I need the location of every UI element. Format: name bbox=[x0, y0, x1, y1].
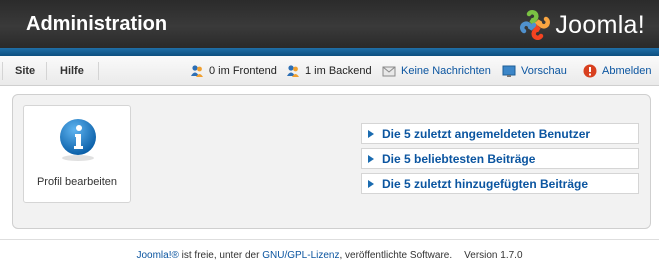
menu-separator bbox=[46, 62, 47, 80]
expand-arrow-icon bbox=[368, 154, 374, 163]
logo-text: Joomla! bbox=[555, 10, 645, 39]
info-icon bbox=[60, 119, 96, 161]
mail-icon bbox=[382, 66, 396, 77]
expand-arrow-icon bbox=[368, 129, 374, 138]
module-title: Die 5 zuletzt hinzugefügten Beiträge bbox=[382, 176, 589, 191]
module-latest-articles[interactable]: Die 5 zuletzt hinzugefügten Beiträge bbox=[361, 173, 639, 194]
joomla-logo-icon bbox=[520, 10, 551, 40]
header-stripe bbox=[0, 48, 659, 56]
license-link[interactable]: GNU/GPL-Lizenz bbox=[262, 250, 339, 261]
logout-label: Abmelden bbox=[602, 65, 652, 77]
menu-separator bbox=[2, 62, 3, 80]
backend-users-status: 1 im Backend bbox=[286, 56, 372, 86]
footer-divider bbox=[0, 239, 659, 240]
menu-help[interactable]: Hilfe bbox=[60, 56, 84, 86]
footer-text: , veröffentlichte Software. bbox=[339, 250, 453, 261]
toolbar: Site Hilfe 0 im Frontend 1 im Backend Ke… bbox=[0, 56, 659, 86]
module-title: Die 5 beliebtesten Beiträge bbox=[382, 151, 536, 166]
users-icon bbox=[191, 65, 203, 77]
module-popular-articles[interactable]: Die 5 beliebtesten Beiträge bbox=[361, 148, 639, 169]
backend-users-label: 1 im Backend bbox=[305, 65, 372, 77]
footer: Joomla!® ist freie, unter der GNU/GPL-Li… bbox=[0, 250, 659, 261]
footer-text: ist freie, unter der bbox=[178, 250, 263, 261]
frontend-users-status: 0 im Frontend bbox=[190, 56, 277, 86]
joomla-logo[interactable]: Joomla! bbox=[519, 8, 645, 42]
alert-icon bbox=[583, 64, 597, 78]
preview-label: Vorschau bbox=[521, 65, 567, 77]
module-latest-users[interactable]: Die 5 zuletzt angemeldeten Benutzer bbox=[361, 123, 639, 144]
logout-link[interactable]: Abmelden bbox=[583, 56, 652, 86]
menu-separator bbox=[98, 62, 99, 80]
menu-site[interactable]: Site bbox=[15, 56, 35, 86]
messages-link[interactable]: Keine Nachrichten bbox=[382, 56, 491, 86]
messages-label: Keine Nachrichten bbox=[401, 65, 491, 77]
header-bar: Administration Joomla! bbox=[0, 0, 659, 48]
quickicon-label: Profil bearbeiten bbox=[36, 176, 118, 188]
edit-profile-quickicon[interactable]: Profil bearbeiten bbox=[23, 105, 131, 203]
users-icon bbox=[287, 65, 299, 77]
page-title: Administration bbox=[26, 13, 168, 35]
cpanel: Profil bearbeiten Die 5 zuletzt angemeld… bbox=[12, 94, 651, 229]
module-title: Die 5 zuletzt angemeldeten Benutzer bbox=[382, 126, 591, 141]
expand-arrow-icon bbox=[368, 179, 374, 188]
monitor-icon bbox=[502, 65, 516, 77]
frontend-users-label: 0 im Frontend bbox=[209, 65, 277, 77]
joomla-link[interactable]: Joomla!® bbox=[136, 250, 178, 261]
version-label: Version 1.7.0 bbox=[464, 250, 523, 261]
preview-link[interactable]: Vorschau bbox=[502, 56, 567, 86]
